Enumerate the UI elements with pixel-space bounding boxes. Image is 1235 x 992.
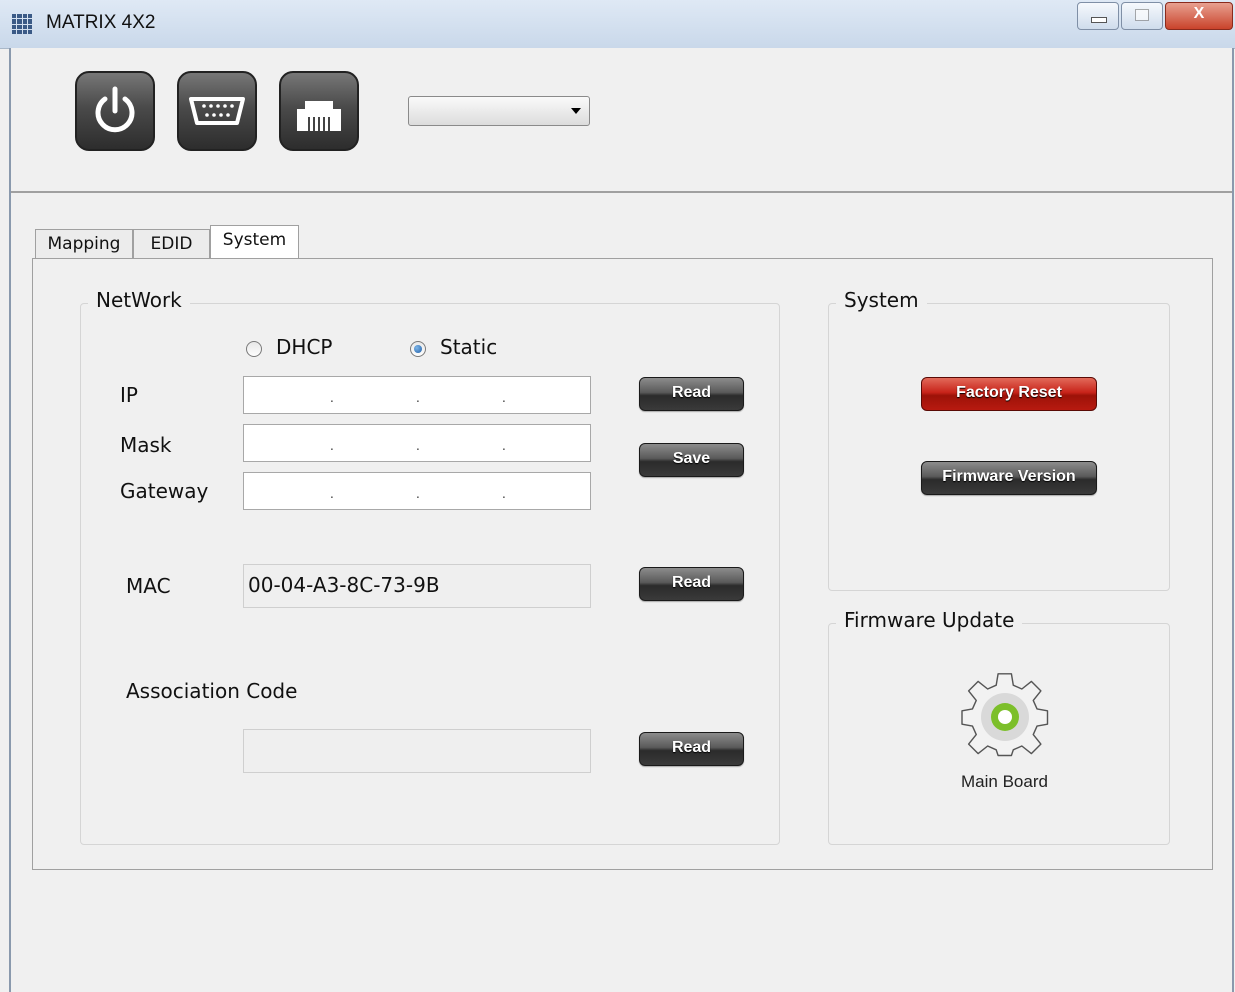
ip-label: IP	[120, 383, 138, 407]
gear-icon[interactable]	[960, 672, 1050, 762]
app-grid-icon	[12, 14, 32, 34]
read-association-code-button[interactable]: Read	[639, 732, 744, 766]
mask-separator: .	[416, 439, 420, 453]
tab-mapping[interactable]: Mapping	[35, 229, 133, 259]
read-mac-button[interactable]: Read	[639, 567, 744, 601]
static-label: Static	[440, 335, 498, 359]
mask-label: Mask	[120, 433, 172, 457]
firmware-version-button[interactable]: Firmware Version	[921, 461, 1097, 495]
association-code-label: Association Code	[126, 679, 298, 703]
subnet-mask-input[interactable]: . . .	[243, 424, 591, 462]
dhcp-label: DHCP	[276, 335, 333, 359]
ethernet-port-icon	[297, 101, 341, 131]
power-button[interactable]	[75, 71, 155, 151]
static-radio[interactable]	[410, 341, 426, 357]
window-title: MATRIX 4X2	[46, 12, 156, 33]
system-group-title: System	[836, 288, 927, 312]
factory-reset-button[interactable]: Factory Reset	[921, 377, 1097, 411]
association-code-field	[243, 729, 591, 773]
power-icon	[95, 86, 135, 133]
mac-label: MAC	[126, 574, 171, 598]
dhcp-radio[interactable]	[246, 341, 262, 357]
mac-address-field: 00-04-A3-8C-73-9B	[243, 564, 591, 608]
minimize-button[interactable]	[1077, 2, 1119, 30]
serial-port-button[interactable]	[177, 71, 257, 151]
mask-separator: .	[502, 439, 506, 453]
tab-edid[interactable]: EDID	[133, 229, 210, 259]
toolbar	[11, 48, 1232, 193]
app-window: MATRIX 4X2 X Mapping EDID System NetWork…	[0, 0, 1235, 992]
system-group: System Factory Reset Firmware Version	[828, 288, 1170, 591]
network-group-title: NetWork	[88, 288, 190, 312]
maximize-button[interactable]	[1121, 2, 1163, 30]
mask-separator: .	[330, 439, 334, 453]
main-board-label: Main Board	[961, 772, 1048, 791]
serial-port-icon	[189, 97, 245, 125]
gateway-separator: .	[416, 487, 420, 501]
close-button[interactable]	[1165, 2, 1233, 30]
window-controls	[1077, 2, 1233, 30]
network-group: NetWork DHCP Static IP . . . Mask . . . …	[80, 288, 780, 845]
gateway-separator: .	[502, 487, 506, 501]
ip-separator: .	[416, 391, 420, 405]
system-tab-panel: NetWork DHCP Static IP . . . Mask . . . …	[32, 258, 1213, 870]
chevron-down-icon	[571, 108, 581, 114]
gateway-input[interactable]: . . .	[243, 472, 591, 510]
tab-system[interactable]: System	[210, 225, 299, 260]
ip-address-input[interactable]: . . .	[243, 376, 591, 414]
ethernet-port-button[interactable]	[279, 71, 359, 151]
firmware-update-group: Firmware Update Main Board	[828, 608, 1170, 845]
ip-separator: .	[330, 391, 334, 405]
gateway-label: Gateway	[120, 479, 209, 503]
read-network-button[interactable]: Read	[639, 377, 744, 411]
save-network-button[interactable]: Save	[639, 443, 744, 477]
gateway-separator: .	[330, 487, 334, 501]
title-bar: MATRIX 4X2	[0, 0, 1235, 49]
port-select[interactable]	[408, 96, 590, 126]
firmware-update-group-title: Firmware Update	[836, 608, 1023, 632]
ip-separator: .	[502, 391, 506, 405]
window-border-right	[1232, 48, 1234, 992]
